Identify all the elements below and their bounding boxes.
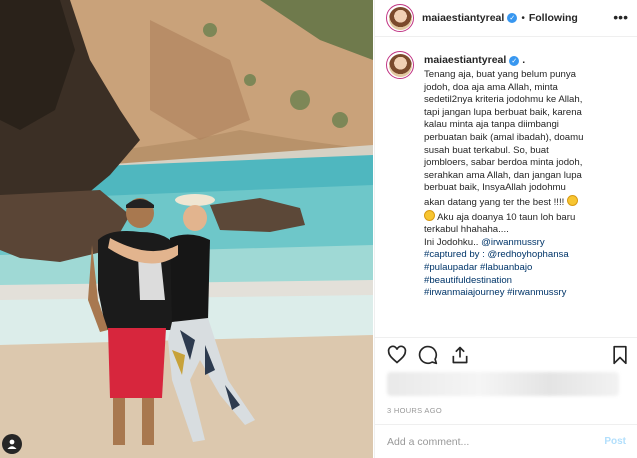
- avatar[interactable]: [386, 4, 414, 32]
- action-bar: [375, 337, 637, 372]
- grin-emoji-icon: [424, 209, 435, 221]
- caption-line: jodoh, doa aja ama Allah, minta: [424, 81, 558, 93]
- mention-link[interactable]: @irwanmussry: [481, 237, 545, 248]
- share-icon[interactable]: [450, 345, 470, 365]
- caption-line: sedetil2nya kriteria jodohmu ke Allah,: [424, 94, 583, 106]
- caption-body: maiaestiantyreal ✓ . Tenang aja, buat yan…: [424, 50, 626, 336]
- post-photo[interactable]: [0, 0, 373, 458]
- caption-area: maiaestiantyreal ✓ . Tenang aja, buat yan…: [375, 38, 637, 336]
- caption-line: Aku aja doanya 10 taun loh baru: [437, 211, 576, 223]
- caption-line: kalau minta aja tanpa diimbangi: [424, 119, 559, 131]
- comment-bubble-icon[interactable]: [418, 345, 438, 365]
- more-options-icon[interactable]: •••: [613, 10, 628, 24]
- mention-link[interactable]: @redhoyhophansa: [487, 249, 568, 260]
- caption-line: terkabul hhahaha....: [424, 224, 509, 236]
- comment-box: Post: [375, 424, 637, 458]
- post-timestamp: 3 HOURS AGO: [387, 406, 442, 415]
- grin-emoji-icon: [566, 194, 578, 206]
- caption-line: akan datang yang ter the best !!!!: [424, 196, 565, 208]
- caption-dot: .: [522, 54, 526, 66]
- verified-badge-icon: ✓: [509, 56, 520, 66]
- caption-username-row: maiaestiantyreal ✓ .: [424, 54, 626, 66]
- caption-line: jombloers, sabar berdoa minta jodoh,: [424, 157, 583, 169]
- header-username[interactable]: maiaestiantyreal: [422, 12, 504, 24]
- hashtag-link[interactable]: #beautifuldestination: [424, 275, 512, 286]
- bookmark-icon[interactable]: [610, 345, 630, 365]
- separator-dot: •: [521, 12, 525, 24]
- beach-photo: [0, 0, 373, 458]
- caption-line: Ini Jodohku..: [424, 236, 482, 248]
- likes-count-blurred: [387, 372, 619, 396]
- comment-input[interactable]: [387, 435, 605, 448]
- captured-by-label: #captured by :: [424, 249, 488, 261]
- hashtag-link[interactable]: #pulaupadar #labuanbajo: [424, 262, 532, 273]
- caption-line: berbuat baik, InsyaAllah jodohmu: [424, 182, 566, 194]
- caption-line: Tenang aja, buat yang belum punya: [424, 69, 577, 80]
- caption-line: tapi jangan lupa berbuat baik, karena: [424, 106, 582, 118]
- hashtag-link[interactable]: #irwanmaiajourney #irwanmussry: [424, 287, 566, 298]
- user-tag-icon[interactable]: [2, 434, 22, 454]
- caption-line: perbuatan baik (amal ibadah), doamu: [424, 131, 584, 143]
- caption-avatar[interactable]: [386, 51, 414, 79]
- post-side-panel: maiaestiantyreal ✓ • Following ••• maiae…: [374, 0, 637, 458]
- heart-icon[interactable]: [387, 345, 407, 365]
- post-header: maiaestiantyreal ✓ • Following •••: [375, 0, 637, 37]
- following-button[interactable]: Following: [529, 12, 578, 24]
- post-comment-button[interactable]: Post: [604, 436, 626, 447]
- caption-line: serahkan ama Allah, dan jangan lupa: [424, 169, 582, 181]
- caption-text: Tenang aja, buat yang belum punya jodoh,…: [424, 69, 626, 300]
- verified-badge-icon: ✓: [507, 13, 518, 23]
- caption-username[interactable]: maiaestiantyreal: [424, 54, 506, 66]
- caption-line: susah buat terkabul. So, buat: [424, 144, 549, 156]
